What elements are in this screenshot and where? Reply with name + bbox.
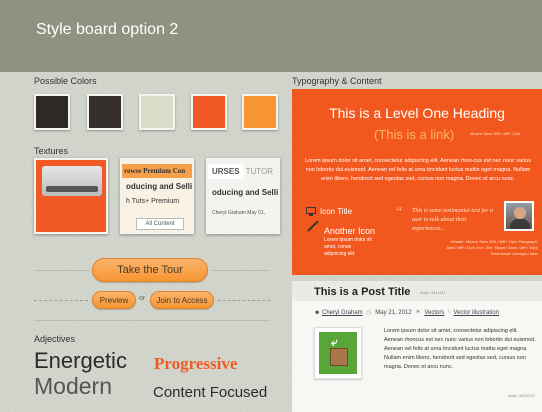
icon-title: Icon Title (320, 207, 353, 216)
typography-panel: Typography & Content This is a Level One… (290, 72, 542, 412)
another-icon-title: Another Icon (324, 226, 376, 236)
adjectives-label: Adjectives (34, 334, 76, 344)
level-one-heading: This is a Level One Heading (329, 105, 505, 121)
post-title: This is a Post Title (314, 286, 411, 298)
video-player-widget (42, 166, 102, 196)
texture-tab-strip: URSES TUTOR (208, 164, 278, 179)
header-bar: Style board option 2 (0, 0, 542, 72)
page-title: Style board option 2 (36, 21, 179, 38)
texture-subline: h Tuts+ Premium (126, 198, 180, 205)
adjective-content-focused: Content Focused (153, 384, 268, 401)
post-author-link[interactable]: Cheryl Graham (322, 310, 363, 316)
post-tag-link[interactable]: Vector illustration (453, 310, 499, 316)
post-tag-link[interactable]: Vectors (424, 310, 444, 316)
font-specs-note: Header: Museo Sans 500 / #fff / 19pt; Pa… (446, 239, 538, 256)
texture-button: All Content (136, 218, 184, 230)
post-meta: ☻ Cheryl Graham ◷ May 21, 2012 ⚑ Vectors… (314, 309, 499, 316)
sample-link[interactable]: (This is a link) (374, 127, 454, 142)
join-to-access-button[interactable]: Join to Access (150, 291, 214, 309)
color-swatch-dark-brown (87, 94, 123, 130)
typography-label: Typography & Content (292, 76, 382, 86)
texture-premium-banner: rowse Premium Con oducing and Selling h … (120, 158, 194, 234)
post-header: This is a Post Title Arial / #111111 (292, 281, 542, 301)
lorem-paragraph: Lorem ipsum dolor sit amet, consectetur … (305, 158, 531, 182)
pen-icon (307, 220, 319, 232)
quote-icon: “ (396, 205, 403, 220)
avatar (504, 201, 534, 231)
typography-sample: This is a Level One Heading (This is a l… (292, 89, 542, 275)
texture-tabs: URSES TUTOR oducing and Sellin Cheryl Gra… (206, 158, 280, 234)
color-swatch-orange-red (191, 94, 227, 130)
tag-separator: \ (448, 310, 450, 316)
post-title-font-note: Arial / #111111 (420, 290, 446, 295)
post-date: May 21, 2012 (375, 310, 412, 316)
thumbnail-image: ⤶ (319, 332, 357, 374)
style-board: Possible Colors Textures rowse Premium C… (0, 72, 542, 412)
post-body-text: Lorem ipsum dolor sit amet, consectetur … (384, 328, 536, 370)
tag-icon: ⚑ (415, 310, 421, 316)
divider (34, 270, 90, 271)
texture-tab-courses: URSES (208, 164, 244, 179)
post-body-font-note: Arial / #222222 (508, 393, 535, 398)
adjective-progressive: Progressive (154, 354, 238, 373)
left-panel: Possible Colors Textures rowse Premium C… (0, 72, 290, 412)
preview-button[interactable]: Preview (92, 291, 136, 309)
divider (218, 300, 270, 301)
color-swatch-charcoal (34, 94, 70, 130)
color-swatch-sage (139, 94, 175, 130)
testimonial-text: This is some testimonial text for a user… (412, 208, 493, 232)
or-separator: or (139, 295, 146, 302)
texture-video-player (34, 158, 108, 234)
texture-heading: oducing and Sellin (212, 188, 280, 197)
user-icon: ☻ (314, 310, 321, 316)
arrow-icon: ⤶ (331, 335, 338, 349)
texture-band-text: rowse Premium Con (122, 164, 192, 178)
monitor-icon (306, 207, 316, 216)
post-sample: This is a Post Title Arial / #111111 ☻ C… (292, 281, 542, 412)
clock-icon: ◷ (366, 310, 372, 316)
adjective-modern: Modern (34, 373, 112, 399)
adjective-energetic: Energetic (34, 348, 127, 373)
textures-label: Textures (34, 146, 69, 156)
post-thumbnail[interactable]: ⤶ (314, 327, 362, 379)
divider (212, 270, 270, 271)
divider (34, 300, 88, 301)
texture-meta: Cheryl Graham May 01, (212, 210, 266, 216)
texture-heading: oducing and Selling (126, 182, 193, 191)
color-swatch-orange (242, 94, 278, 130)
icon-description: Lorem ipsum dolor sit amet, conse adipis… (324, 237, 372, 257)
box-icon (330, 348, 348, 366)
link-font-note: Museo Sans 500 / #fff / 32pt (470, 131, 521, 136)
divider (34, 320, 270, 321)
texture-tab-tutorials: TUTOR (245, 167, 273, 176)
player-controls (46, 186, 98, 192)
take-the-tour-button[interactable]: Take the Tour (92, 258, 208, 282)
colors-label: Possible Colors (34, 76, 97, 86)
